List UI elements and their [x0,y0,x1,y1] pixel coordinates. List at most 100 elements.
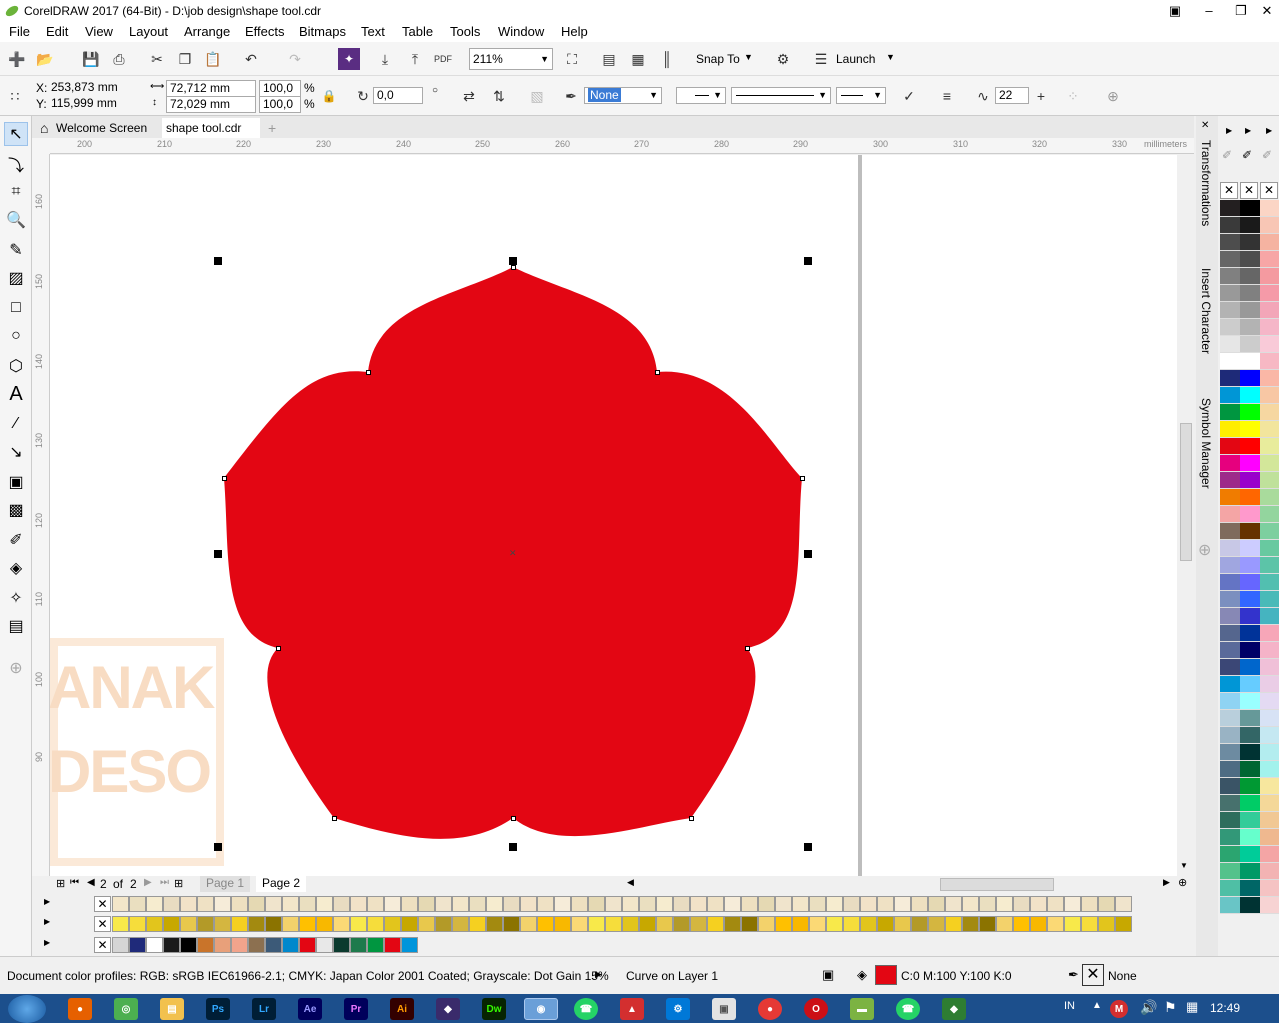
color-swatch[interactable] [1260,268,1279,285]
color-swatch[interactable] [401,937,418,953]
parallel-dimension-tool-icon[interactable]: ∕ [4,412,28,436]
palette-menu-icon[interactable]: ▶ [44,938,50,947]
color-swatch[interactable] [231,896,248,912]
color-swatch[interactable] [469,916,486,932]
curve-node[interactable] [222,476,227,481]
color-swatch[interactable] [1240,778,1260,795]
color-swatch[interactable] [1030,896,1047,912]
color-swatch[interactable] [1220,336,1240,353]
zoom-navigator-icon[interactable]: ⊕ [1178,876,1187,889]
color-swatch[interactable] [1220,608,1240,625]
color-swatch[interactable] [1220,370,1240,387]
color-swatch[interactable] [843,896,860,912]
color-swatch[interactable] [435,896,452,912]
palette-menu-icon[interactable]: ▶ [1266,126,1272,135]
color-swatch[interactable] [1115,916,1132,932]
color-swatch[interactable] [928,896,945,912]
scale-y-field[interactable]: 100,0 [259,96,301,113]
color-swatch[interactable] [1260,846,1279,863]
clock[interactable]: 12:49 [1210,1001,1240,1015]
color-swatch[interactable] [1240,370,1260,387]
mirror-horizontal-icon[interactable]: ⇄ [458,85,480,107]
color-swatch[interactable] [350,916,367,932]
color-swatch[interactable] [1260,404,1279,421]
color-swatch[interactable] [1013,896,1030,912]
app-icon[interactable]: ▲ [620,998,644,1020]
color-swatch[interactable] [316,937,333,953]
color-swatch[interactable] [945,896,962,912]
menu-file[interactable]: File [9,24,30,39]
color-swatch[interactable] [1240,285,1260,302]
color-swatch[interactable] [1240,812,1260,829]
curve-node[interactable] [745,646,750,651]
color-swatch[interactable] [1240,608,1260,625]
color-swatch[interactable] [690,896,707,912]
color-swatch[interactable] [1240,642,1260,659]
color-swatch[interactable] [1260,863,1279,880]
color-swatch[interactable] [707,896,724,912]
network-icon[interactable]: ▦ [1186,999,1198,1015]
scale-x-field[interactable]: 100,0 [259,80,301,97]
color-swatch[interactable] [1240,676,1260,693]
record-icon[interactable]: ● [758,998,782,1020]
color-swatch[interactable] [333,896,350,912]
color-swatch[interactable] [1220,472,1240,489]
add-tab-icon[interactable]: + [264,118,276,138]
color-proof-icon[interactable]: ▣ [822,967,834,983]
color-swatch[interactable] [1220,455,1240,472]
color-swatch[interactable] [1220,404,1240,421]
color-swatch[interactable] [1260,285,1279,302]
color-swatch[interactable] [758,896,775,912]
color-swatch[interactable] [401,896,418,912]
color-swatch[interactable] [350,896,367,912]
color-swatch[interactable] [486,896,503,912]
menu-edit[interactable]: Edit [46,24,68,39]
color-swatch[interactable] [1260,557,1279,574]
y-position-field[interactable]: 115,999 mm [48,96,136,113]
color-swatch[interactable] [1220,523,1240,540]
color-swatch[interactable] [112,937,129,953]
color-swatch[interactable] [1260,778,1279,795]
color-swatch[interactable] [792,896,809,912]
paste-icon[interactable]: 📋 [202,48,224,70]
color-swatch[interactable] [1220,506,1240,523]
color-swatch[interactable] [1260,642,1279,659]
color-swatch[interactable] [231,937,248,953]
color-swatch[interactable] [1260,608,1279,625]
color-swatch[interactable] [877,896,894,912]
color-swatch[interactable] [265,937,282,953]
crop-tool-icon[interactable]: ⌗ [4,180,28,204]
color-swatch[interactable] [180,916,197,932]
color-swatch[interactable] [1240,659,1260,676]
polygon-tool-icon[interactable]: ⬡ [4,354,28,378]
vertical-scrollbar[interactable]: ▼ [1177,155,1194,876]
menu-effects[interactable]: Effects [245,24,285,39]
selection-handle[interactable] [509,843,517,851]
color-swatch[interactable] [775,916,792,932]
color-swatch[interactable] [758,916,775,932]
curve-node[interactable] [276,646,281,651]
color-swatch[interactable] [1240,897,1260,914]
language-indicator[interactable]: IN [1064,1000,1075,1012]
color-swatch[interactable] [1260,200,1279,217]
drawing-canvas[interactable]: ANAK DESO ✕ [50,155,1177,876]
color-swatch[interactable] [1220,727,1240,744]
add-page-after-icon[interactable]: ⊞ [174,877,183,890]
color-swatch[interactable] [333,916,350,932]
color-swatch[interactable] [741,916,758,932]
color-swatch[interactable] [1260,251,1279,268]
selection-handle[interactable] [804,550,812,558]
color-swatch[interactable] [503,896,520,912]
file-explorer-icon[interactable]: ▤ [160,998,184,1020]
color-swatch[interactable] [639,916,656,932]
color-swatch[interactable] [197,916,214,932]
color-swatch[interactable] [605,896,622,912]
mirror-vertical-icon[interactable]: ⇅ [488,85,510,107]
color-swatch[interactable] [282,937,299,953]
color-swatch[interactable] [894,916,911,932]
color-swatch[interactable] [979,896,996,912]
color-swatch[interactable] [1240,302,1260,319]
no-color-swatch[interactable]: ✕ [1260,182,1278,199]
color-swatch[interactable] [1240,421,1260,438]
color-swatch[interactable] [673,916,690,932]
